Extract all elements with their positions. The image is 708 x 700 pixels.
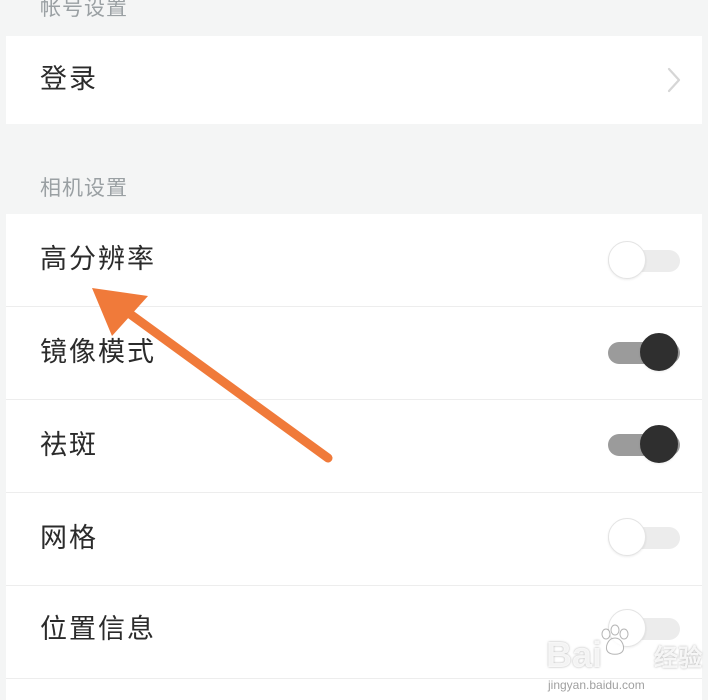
toggle-knob (640, 333, 678, 371)
freckle-removal-row: 祛斑 (6, 400, 702, 492)
grid-row: 网格 (6, 493, 702, 585)
watermark-suffix: 经验 (654, 644, 702, 672)
camera-section-title: 相机设置 (40, 176, 128, 200)
camera-section-header: 相机设置 (0, 124, 708, 214)
high-resolution-label: 高分辨率 (40, 244, 156, 275)
freckle-removal-toggle[interactable] (604, 424, 680, 464)
watermark-url: jingyan.baidu.com (548, 678, 645, 692)
baidu-watermark: Bai 经验 jingyan.baidu.com (536, 620, 706, 700)
mirror-mode-row: 镜像模式 (6, 307, 702, 399)
mirror-mode-toggle[interactable] (604, 332, 680, 372)
chevron-right-icon (667, 67, 681, 93)
location-info-label: 位置信息 (40, 614, 156, 645)
grid-label: 网格 (40, 523, 98, 554)
paw-icon (601, 624, 629, 655)
toggle-knob (608, 241, 646, 279)
watermark-brand: Bai (546, 634, 603, 675)
login-label: 登录 (40, 64, 98, 95)
grid-toggle[interactable] (604, 517, 680, 557)
login-row[interactable]: 登录 (6, 36, 702, 124)
high-resolution-toggle[interactable] (604, 240, 680, 280)
toggle-knob (608, 518, 646, 556)
account-section-title: 帐号设置 (40, 0, 128, 20)
toggle-knob (640, 425, 678, 463)
account-section-header: 帐号设置 (0, 0, 708, 36)
settings-screen: 帐号设置 登录 相机设置 高分辨率 镜像模式 祛斑 网格 位置信息 Bai 经验… (0, 0, 708, 700)
high-resolution-row: 高分辨率 (6, 214, 702, 306)
mirror-mode-label: 镜像模式 (40, 337, 156, 368)
freckle-removal-label: 祛斑 (40, 430, 98, 461)
